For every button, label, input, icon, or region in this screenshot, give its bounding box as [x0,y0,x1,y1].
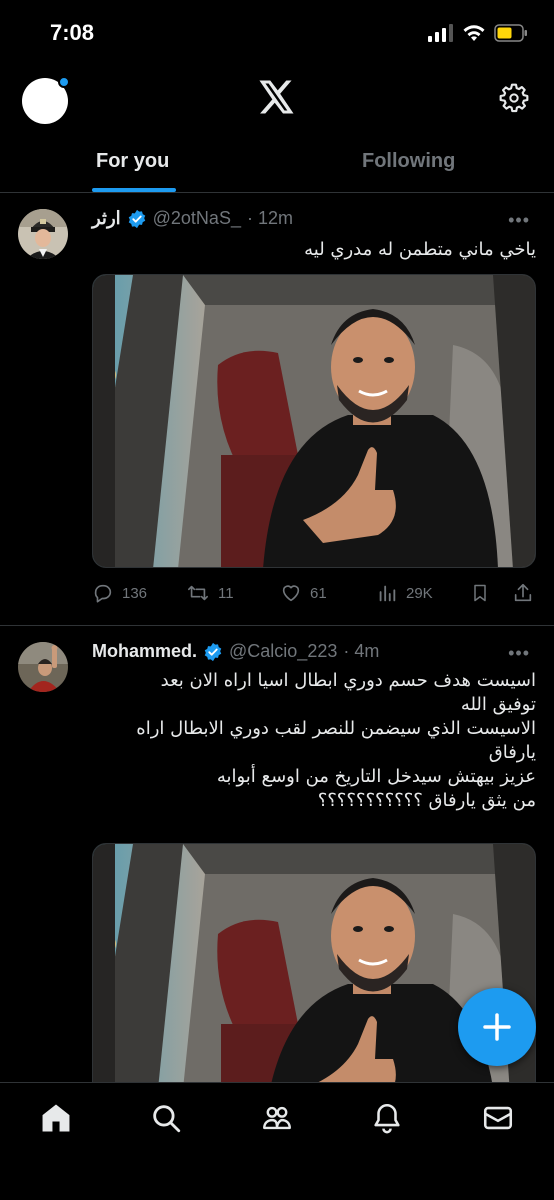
bell-icon[interactable] [370,1101,404,1135]
tweet-text-line: من يثق يارفاق ؟؟؟؟؟؟؟؟؟؟؟ [317,790,536,811]
top-header [0,70,554,130]
tab-following[interactable]: Following [362,150,455,173]
reply-count: 136 [122,584,148,602]
views-icon [379,585,396,602]
reply-button[interactable]: 136 [92,582,147,604]
tweet-text-line: اسيست هدف حسم دوري ابطال اسيا اراه الان … [160,670,536,691]
more-options-icon[interactable]: ••• [508,210,530,231]
tweet-text: ياخي ماني متطمن له مدري ليه [92,238,536,262]
tweet-actions: 136 11 61 29K [92,582,536,608]
tweet-time: · 4m [343,641,380,661]
avatar[interactable] [18,642,68,692]
tweet-header: Mohammed. @Calcio_223 · 4m [92,641,379,662]
bookmark-icon [474,584,486,602]
bookmark-button[interactable] [470,582,490,604]
tab-for-you[interactable]: For you [96,150,169,173]
repost-button[interactable]: 11 [186,582,234,604]
wifi-icon [463,25,485,41]
views-count: 29K [406,584,433,602]
bottom-nav [0,1082,554,1200]
signal-icon [428,24,453,42]
status-time: 7:08 [50,20,95,45]
timeline-tabs: For you Following [0,130,554,193]
search-icon[interactable] [149,1101,183,1135]
author-name[interactable]: Mohammed. [92,641,197,662]
avatar[interactable] [18,209,68,259]
reply-icon [94,584,112,603]
status-icons [428,24,528,42]
tweet-time: · 12m [246,208,293,228]
tab-indicator [92,188,176,192]
avatar-image [18,642,68,692]
communities-icon[interactable] [259,1101,295,1135]
plus-icon [483,1013,511,1041]
share-button[interactable] [512,582,534,604]
tweet-text-line: يارفاق [488,742,536,763]
mail-icon[interactable] [481,1101,515,1135]
tweet-media-image[interactable] [92,274,536,568]
tweet-text-line: توفيق الله [460,694,536,715]
notification-dot [58,76,70,88]
tweet-text-line: عزيز بيهتش سيدخل التاريخ من اوسع أبوابه [216,766,536,787]
like-count: 61 [310,584,327,602]
repost-count: 11 [218,584,234,602]
author-name[interactable]: ارثر [92,208,121,229]
repost-icon [188,585,208,601]
author-handle[interactable]: @2otNaS_ [153,208,241,229]
verified-badge-icon [204,642,222,661]
views-button[interactable]: 29K [376,582,433,604]
photo-man-in-car [93,275,535,567]
like-button[interactable]: 61 [280,582,327,604]
author-handle[interactable]: @Calcio_223 [229,641,337,662]
tweet-text-line: ياخي ماني متطمن له مدري ليه [304,239,536,260]
tweet-text: اسيست هدف حسم دوري ابطال اسيا اراه الان … [92,669,536,813]
home-icon[interactable] [39,1101,73,1135]
share-icon [514,583,532,602]
avatar-image [18,209,68,259]
tweet-text-line: الاسيست الذي سيضمن للنصر لقب دوري الابطا… [136,718,536,739]
gear-icon[interactable] [498,82,530,114]
tweet[interactable]: ارثر @2otNaS_ · 12m ••• ياخي ماني متطمن … [0,194,554,626]
verified-badge-icon [128,209,145,228]
like-icon [282,585,300,602]
battery-icon [494,24,527,42]
x-logo-icon [259,80,294,114]
status-bar: 7:08 [0,0,554,70]
compose-button[interactable] [458,988,536,1066]
tweet-header: ارثر @2otNaS_ · 12m [92,208,293,229]
more-options-icon[interactable]: ••• [508,643,530,664]
